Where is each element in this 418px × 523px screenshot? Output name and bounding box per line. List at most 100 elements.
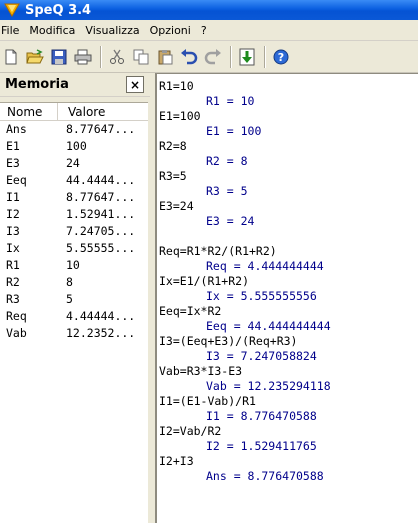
variable-row[interactable]: R3 5 bbox=[0, 291, 148, 308]
variable-row[interactable]: Ix 5.55555... bbox=[0, 240, 148, 257]
window-title: SpeQ 3.4 bbox=[25, 2, 92, 18]
cut-icon[interactable] bbox=[106, 46, 128, 68]
menu-bar: File Modifica Visualizza Opzioni ? bbox=[0, 20, 418, 41]
variable-row[interactable]: Eeq 44.4444... bbox=[0, 172, 148, 189]
variable-row[interactable]: Ans 8.77647... bbox=[0, 121, 148, 138]
variable-name: I1 bbox=[6, 190, 20, 204]
variable-name: Ix bbox=[6, 241, 20, 255]
expression-line: Vab=R3*I3-E3 bbox=[159, 364, 243, 378]
variable-row[interactable]: I2 1.52941... bbox=[0, 206, 148, 223]
variable-value: 7.24705... bbox=[66, 224, 136, 238]
variable-row[interactable]: Vab 12.2352... bbox=[0, 325, 148, 342]
open-folder-icon[interactable] bbox=[24, 46, 46, 68]
toolbar-separator bbox=[230, 45, 232, 68]
result-line: Vab = 12.235294118 bbox=[206, 379, 331, 393]
expression-line: R3=5 bbox=[159, 169, 187, 183]
expression-line: I2=Vab/R2 bbox=[159, 424, 222, 438]
expression-editor[interactable]: R1=10 R1 = 10 E1=100 E1 = 100 R2=8 R2 = 8 R3=5… bbox=[155, 73, 418, 523]
variable-name: I2 bbox=[6, 207, 20, 221]
result-line: R3 = 5 bbox=[206, 184, 248, 198]
variable-row[interactable]: R1 10 bbox=[0, 257, 148, 274]
toolbar-separator bbox=[264, 45, 266, 68]
close-panel-button[interactable]: × bbox=[126, 76, 144, 93]
variable-row[interactable]: E1 100 bbox=[0, 138, 148, 155]
expression-line: I3=(Eeq+E3)/(Req+R3) bbox=[159, 334, 298, 348]
menu-file[interactable]: File bbox=[0, 20, 24, 41]
expression-line: E1=100 bbox=[159, 109, 201, 123]
menu-modifica[interactable]: Modifica bbox=[24, 20, 80, 41]
menu-opzioni[interactable]: Opzioni bbox=[145, 20, 196, 41]
toolbar-separator bbox=[100, 45, 102, 68]
download-icon[interactable] bbox=[236, 46, 258, 68]
variable-name: Eeq bbox=[6, 173, 27, 187]
variable-value: 5.55555... bbox=[66, 241, 136, 255]
variable-name: R1 bbox=[6, 258, 20, 272]
editor-lines: R1=10 R1 = 10 E1=100 E1 = 100 R2=8 R2 = 8 R3=5… bbox=[159, 79, 418, 484]
variable-row[interactable]: I1 8.77647... bbox=[0, 189, 148, 206]
save-icon[interactable] bbox=[48, 46, 70, 68]
variable-value: 8.77647... bbox=[66, 190, 136, 204]
variable-name: Vab bbox=[6, 326, 27, 340]
result-line: R1 = 10 bbox=[206, 94, 255, 108]
toolbar: ? bbox=[0, 41, 418, 73]
menu-visualizza[interactable]: Visualizza bbox=[80, 20, 144, 41]
variable-value: 12.2352... bbox=[66, 326, 136, 340]
memory-panel: Memoria × Nome Valore Ans 8.77647... E1 100… bbox=[0, 73, 150, 523]
expression-line: Req=R1*R2/(R1+R2) bbox=[159, 244, 277, 258]
expression-line: I2+I3 bbox=[159, 454, 194, 468]
variables-rows: Ans 8.77647... E1 100 E3 24 Eeq 44.4444... I1 8.7… bbox=[0, 121, 148, 342]
result-line: Eeq = 44.444444444 bbox=[206, 319, 331, 333]
expression-line: Ix=E1/(R1+R2) bbox=[159, 274, 250, 288]
result-line: I2 = 1.529411765 bbox=[206, 439, 317, 453]
variable-name: I3 bbox=[6, 224, 20, 238]
variables-header: Nome Valore bbox=[0, 103, 148, 121]
redo-icon[interactable] bbox=[202, 46, 224, 68]
title-bar[interactable]: SpeQ 3.4 bbox=[0, 0, 418, 20]
result-line: Ans = 8.776470588 bbox=[206, 469, 324, 483]
variable-row[interactable]: Req 4.44444... bbox=[0, 308, 148, 325]
result-line: E3 = 24 bbox=[206, 214, 255, 228]
result-line: I3 = 7.247058824 bbox=[206, 349, 317, 363]
variable-name: Req bbox=[6, 309, 27, 323]
svg-text:?: ? bbox=[278, 51, 284, 64]
variable-name: Ans bbox=[6, 122, 27, 136]
close-icon: × bbox=[129, 77, 141, 92]
variable-row[interactable]: I3 7.24705... bbox=[0, 223, 148, 240]
memory-panel-header: Memoria × bbox=[0, 73, 150, 97]
variable-value: 8.77647... bbox=[66, 122, 136, 136]
variable-row[interactable]: R2 8 bbox=[0, 274, 148, 291]
variable-row[interactable]: E3 24 bbox=[0, 155, 148, 172]
paste-icon[interactable] bbox=[154, 46, 176, 68]
variable-value: 8 bbox=[66, 275, 73, 289]
column-header-name[interactable]: Nome bbox=[0, 103, 58, 120]
expression-line: I1=(E1-Vab)/R1 bbox=[159, 394, 256, 408]
variable-value: 100 bbox=[66, 139, 87, 153]
result-line: E1 = 100 bbox=[206, 124, 262, 138]
app-icon bbox=[4, 3, 20, 17]
result-line: R2 = 8 bbox=[206, 154, 248, 168]
undo-icon[interactable] bbox=[178, 46, 200, 68]
variable-value: 4.44444... bbox=[66, 309, 136, 323]
variable-value: 10 bbox=[66, 258, 80, 272]
result-line: Ix = 5.555555556 bbox=[206, 289, 317, 303]
variable-name: R3 bbox=[6, 292, 20, 306]
result-line: Req = 4.444444444 bbox=[206, 259, 324, 273]
print-icon[interactable] bbox=[72, 46, 94, 68]
expression-line: Eeq=Ix*R2 bbox=[159, 304, 222, 318]
help-icon[interactable]: ? bbox=[270, 46, 292, 68]
memory-panel-title: Memoria bbox=[5, 77, 69, 92]
variable-name: E3 bbox=[6, 156, 20, 170]
copy-icon[interactable] bbox=[130, 46, 152, 68]
variable-name: E1 bbox=[6, 139, 20, 153]
variables-list[interactable]: Nome Valore Ans 8.77647... E1 100 E3 24 Eeq 44.… bbox=[0, 102, 148, 523]
variable-value: 1.52941... bbox=[66, 207, 136, 221]
expression-line: R2=8 bbox=[159, 139, 187, 153]
new-file-icon[interactable] bbox=[0, 46, 22, 68]
variable-name: R2 bbox=[6, 275, 20, 289]
column-header-value[interactable]: Valore bbox=[58, 103, 105, 120]
variable-value: 5 bbox=[66, 292, 73, 306]
variable-value: 44.4444... bbox=[66, 173, 136, 187]
menu-help[interactable]: ? bbox=[196, 20, 212, 41]
result-line: I1 = 8.776470588 bbox=[206, 409, 317, 423]
